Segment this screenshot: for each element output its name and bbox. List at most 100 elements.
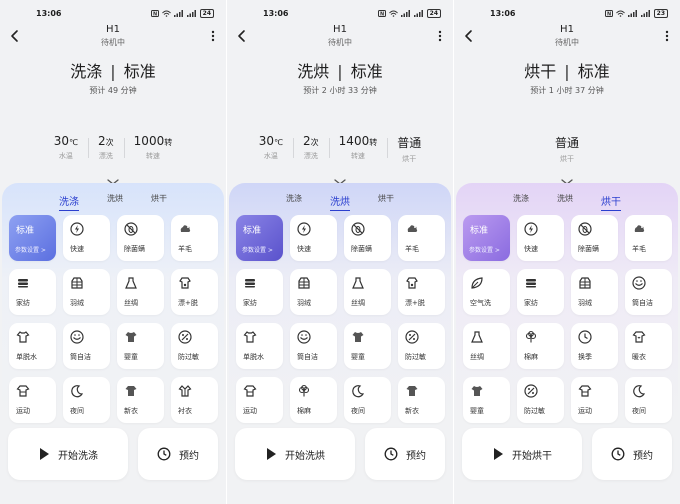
program-tile[interactable]: 丝绸 xyxy=(344,269,391,315)
program-tile[interactable]: 棉麻 xyxy=(517,323,564,369)
parameter-item[interactable]: 普通 烘干 xyxy=(387,134,431,164)
program-tile[interactable]: 羽绒 xyxy=(63,269,110,315)
parameter-item[interactable]: 30℃ 水温 xyxy=(249,134,293,164)
program-tile[interactable]: 夜间 xyxy=(344,377,391,423)
program-tile[interactable]: 防过敏 xyxy=(171,323,218,369)
program-tile[interactable]: 单脱水 xyxy=(236,323,283,369)
program-tile[interactable]: 新衣 xyxy=(398,377,445,423)
program-tile[interactable]: 除菌螨 xyxy=(344,215,391,261)
parameter-unit: 转 xyxy=(369,138,378,147)
mode-tab[interactable]: 烘干 xyxy=(601,193,621,211)
schedule-button[interactable]: 预约 xyxy=(365,428,445,480)
tile-icon-wrap xyxy=(578,383,592,397)
tile-icon-wrap xyxy=(470,329,484,343)
start-button[interactable]: 开始洗烘 xyxy=(235,428,355,480)
mode-tab[interactable]: 洗烘 xyxy=(107,193,123,211)
mode-tab[interactable]: 烘干 xyxy=(378,193,394,211)
program-tile[interactable]: 漂+脱 xyxy=(171,269,218,315)
program-tile[interactable]: 新衣 xyxy=(117,377,164,423)
mode-tab[interactable]: 洗烘 xyxy=(557,193,573,211)
battery-level: 23 xyxy=(653,9,668,18)
program-tile[interactable]: 婴童 xyxy=(344,323,391,369)
program-tile[interactable]: 丝绸 xyxy=(463,323,510,369)
program-tile[interactable]: 羊毛 xyxy=(171,215,218,261)
program-tile[interactable]: 婴童 xyxy=(463,377,510,423)
mode-tab[interactable]: 烘干 xyxy=(151,193,167,211)
schedule-button[interactable]: 预约 xyxy=(138,428,218,480)
program-tile[interactable]: 快速 xyxy=(290,215,337,261)
parameter-item[interactable]: 1400转 转速 xyxy=(328,134,388,164)
program-tile[interactable]: 运动 xyxy=(236,377,283,423)
settings-link[interactable]: 参数设置 > xyxy=(469,245,500,254)
tile-icon-wrap xyxy=(178,221,192,235)
parameter-item[interactable]: 2次 漂洗 xyxy=(293,134,329,164)
parameter-item[interactable]: 30℃ 水温 xyxy=(44,134,88,164)
mode-tab[interactable]: 洗涤 xyxy=(286,193,302,211)
program-tile[interactable]: 夜间 xyxy=(63,377,110,423)
stack-icon xyxy=(245,279,255,288)
parameter-item[interactable]: 普通 烘干 xyxy=(545,134,589,164)
program-tile[interactable]: 快速 xyxy=(63,215,110,261)
program-tile[interactable]: 家纺 xyxy=(236,269,283,315)
program-tile[interactable]: 羽绒 xyxy=(571,269,618,315)
program-tile[interactable]: 运动 xyxy=(9,377,56,423)
tile-icon-wrap xyxy=(124,383,138,397)
mode-tab[interactable]: 洗涤 xyxy=(513,193,529,211)
program-tile-selected[interactable]: 标准 参数设置 > xyxy=(236,215,283,261)
wool-icon xyxy=(407,225,418,232)
moon-icon xyxy=(71,385,84,398)
program-tile[interactable]: 筒自洁 xyxy=(290,323,337,369)
settings-link[interactable]: 参数设置 > xyxy=(15,245,46,254)
program-tile[interactable]: 运动 xyxy=(571,377,618,423)
mode-tab[interactable]: 洗涤 xyxy=(59,193,79,211)
program-tile[interactable]: 棉麻 xyxy=(290,377,337,423)
program-tile-selected[interactable]: 标准 参数设置 > xyxy=(463,215,510,261)
wool-icon xyxy=(180,225,191,232)
program-tile[interactable]: 婴童 xyxy=(117,323,164,369)
program-tile[interactable]: 衬衣 xyxy=(171,377,218,423)
program-tile[interactable]: 丝绸 xyxy=(117,269,164,315)
tile-label: 漂+脱 xyxy=(405,299,425,307)
more-menu-button[interactable] xyxy=(210,28,216,42)
program-tile[interactable]: 除菌螨 xyxy=(117,215,164,261)
start-button[interactable]: 开始洗涤 xyxy=(8,428,128,480)
parameter-item[interactable]: 2次 漂洗 xyxy=(88,134,124,164)
mode-tab[interactable]: 洗烘 xyxy=(330,193,350,211)
stack-icon xyxy=(18,279,28,288)
parameter-unit: ℃ xyxy=(274,138,284,147)
program-tile[interactable]: 防过敏 xyxy=(398,323,445,369)
program-tile[interactable]: 单脱水 xyxy=(9,323,56,369)
program-tile[interactable]: 空气洗 xyxy=(463,269,510,315)
program-tile[interactable]: 羽绒 xyxy=(290,269,337,315)
schedule-button[interactable]: 预约 xyxy=(592,428,672,480)
more-vertical-icon xyxy=(665,30,669,42)
parameter-row: 30℃ 水温 2次 漂洗 1400转 转速 普通 烘干 xyxy=(227,134,453,164)
expand-button[interactable] xyxy=(332,172,348,185)
parameter-item[interactable]: 1000转 转速 xyxy=(123,134,183,164)
program-tile[interactable]: 羊毛 xyxy=(398,215,445,261)
device-status: 待机中 xyxy=(555,38,579,47)
settings-link[interactable]: 参数设置 > xyxy=(242,245,273,254)
program-tile[interactable]: 换季 xyxy=(571,323,618,369)
program-tile[interactable]: 夜间 xyxy=(625,377,672,423)
program-tile[interactable]: 筒自洁 xyxy=(63,323,110,369)
program-tile[interactable]: 除菌螨 xyxy=(571,215,618,261)
expand-button[interactable] xyxy=(105,172,121,185)
new-shirt-icon xyxy=(406,386,418,396)
parameter-value: 30℃ xyxy=(259,134,283,148)
mode-title: 烘干 | 标准 xyxy=(454,58,680,82)
program-tile-selected[interactable]: 标准 参数设置 > xyxy=(9,215,56,261)
program-tile[interactable]: 家纺 xyxy=(9,269,56,315)
more-menu-button[interactable] xyxy=(437,28,443,42)
program-tile[interactable]: 家纺 xyxy=(517,269,564,315)
more-menu-button[interactable] xyxy=(664,28,670,42)
program-tile[interactable]: 漂+脱 xyxy=(398,269,445,315)
program-tile[interactable]: 筒自洁 xyxy=(625,269,672,315)
start-button[interactable]: 开始烘干 xyxy=(462,428,582,480)
program-tile[interactable]: 防过敏 xyxy=(517,377,564,423)
expand-button[interactable] xyxy=(559,172,575,185)
program-tile[interactable]: 快速 xyxy=(517,215,564,261)
program-tile[interactable]: 羊毛 xyxy=(625,215,672,261)
tile-icon-wrap xyxy=(297,329,311,344)
program-tile[interactable]: 暖衣 xyxy=(625,323,672,369)
